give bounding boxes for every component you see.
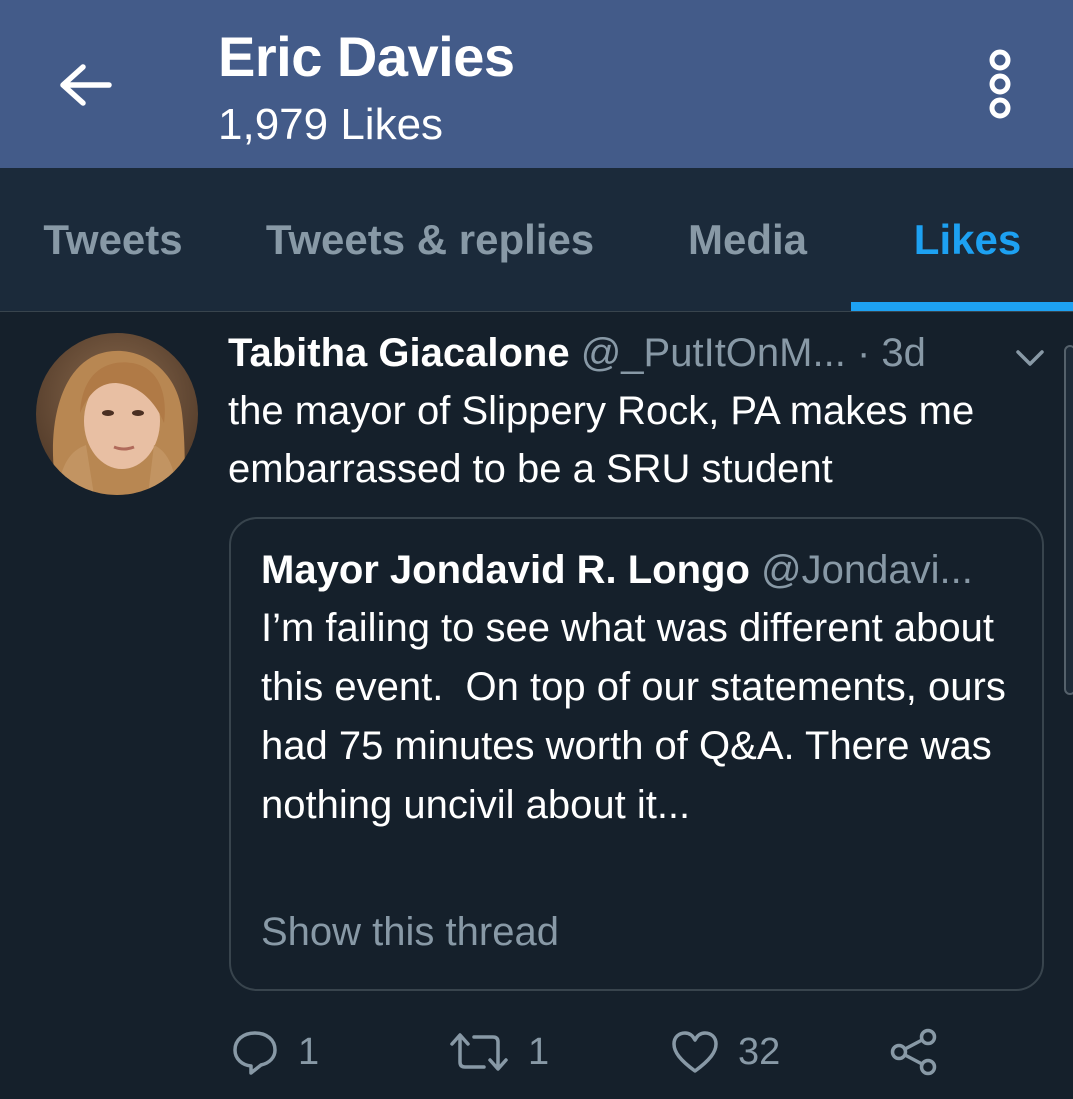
more-vertical-icon bbox=[989, 49, 1011, 119]
heart-icon bbox=[672, 1031, 718, 1073]
profile-name: Eric Davies bbox=[218, 25, 515, 88]
chevron-down-icon bbox=[1016, 350, 1044, 366]
retweet-count: 1 bbox=[528, 1030, 550, 1073]
arrow-left-icon bbox=[60, 64, 112, 106]
quoted-author-handle: @Jondavi... bbox=[761, 548, 973, 592]
more-options-button[interactable] bbox=[970, 44, 1030, 124]
tab-media[interactable]: Media bbox=[660, 168, 835, 312]
share-button[interactable] bbox=[888, 1022, 940, 1082]
quoted-author-name: Mayor Jondavid R. Longo bbox=[261, 548, 750, 592]
tweet-menu-button[interactable] bbox=[1005, 333, 1055, 383]
tweet-author-handle[interactable]: @_PutItOnM... bbox=[581, 331, 846, 375]
scrollbar[interactable] bbox=[1064, 345, 1073, 695]
like-count: 32 bbox=[738, 1030, 781, 1073]
like-button[interactable]: 32 bbox=[670, 1022, 780, 1082]
reply-button[interactable]: 1 bbox=[230, 1022, 319, 1082]
active-tab-indicator bbox=[851, 302, 1073, 311]
quoted-tweet[interactable]: Mayor Jondavid R. Longo @Jondavi... I’m … bbox=[229, 517, 1044, 991]
share-icon bbox=[890, 1028, 937, 1076]
quoted-tweet-header: Mayor Jondavid R. Longo @Jondavi... bbox=[261, 545, 1021, 595]
likes-count: 1,979 Likes bbox=[218, 100, 444, 149]
reply-count: 1 bbox=[298, 1030, 320, 1073]
tweet-timestamp: · 3d bbox=[856, 331, 926, 375]
tab-tweets[interactable]: Tweets bbox=[18, 168, 208, 312]
tweet-header: Tabitha Giacalone @_PutItOnM... · 3d bbox=[228, 328, 926, 378]
retweet-icon bbox=[450, 1033, 508, 1071]
show-thread-link[interactable]: Show this thread bbox=[261, 907, 559, 957]
retweet-button[interactable]: 1 bbox=[448, 1022, 549, 1082]
profile-tabs: Tweets Tweets & replies Media Likes bbox=[0, 168, 1073, 312]
tab-tweets-and-replies[interactable]: Tweets & replies bbox=[238, 168, 622, 312]
tweet-text: the mayor of Slippery Rock, PA makes me … bbox=[228, 389, 975, 491]
tab-likes[interactable]: Likes bbox=[880, 168, 1055, 312]
reply-icon bbox=[233, 1031, 277, 1075]
back-button[interactable] bbox=[40, 40, 130, 130]
profile-header: Eric Davies 1,979 Likes bbox=[0, 0, 1073, 168]
tweet-author-name[interactable]: Tabitha Giacalone bbox=[228, 331, 570, 375]
quoted-tweet-text: I’m failing to see what was different ab… bbox=[261, 606, 1017, 827]
avatar[interactable] bbox=[36, 333, 198, 495]
